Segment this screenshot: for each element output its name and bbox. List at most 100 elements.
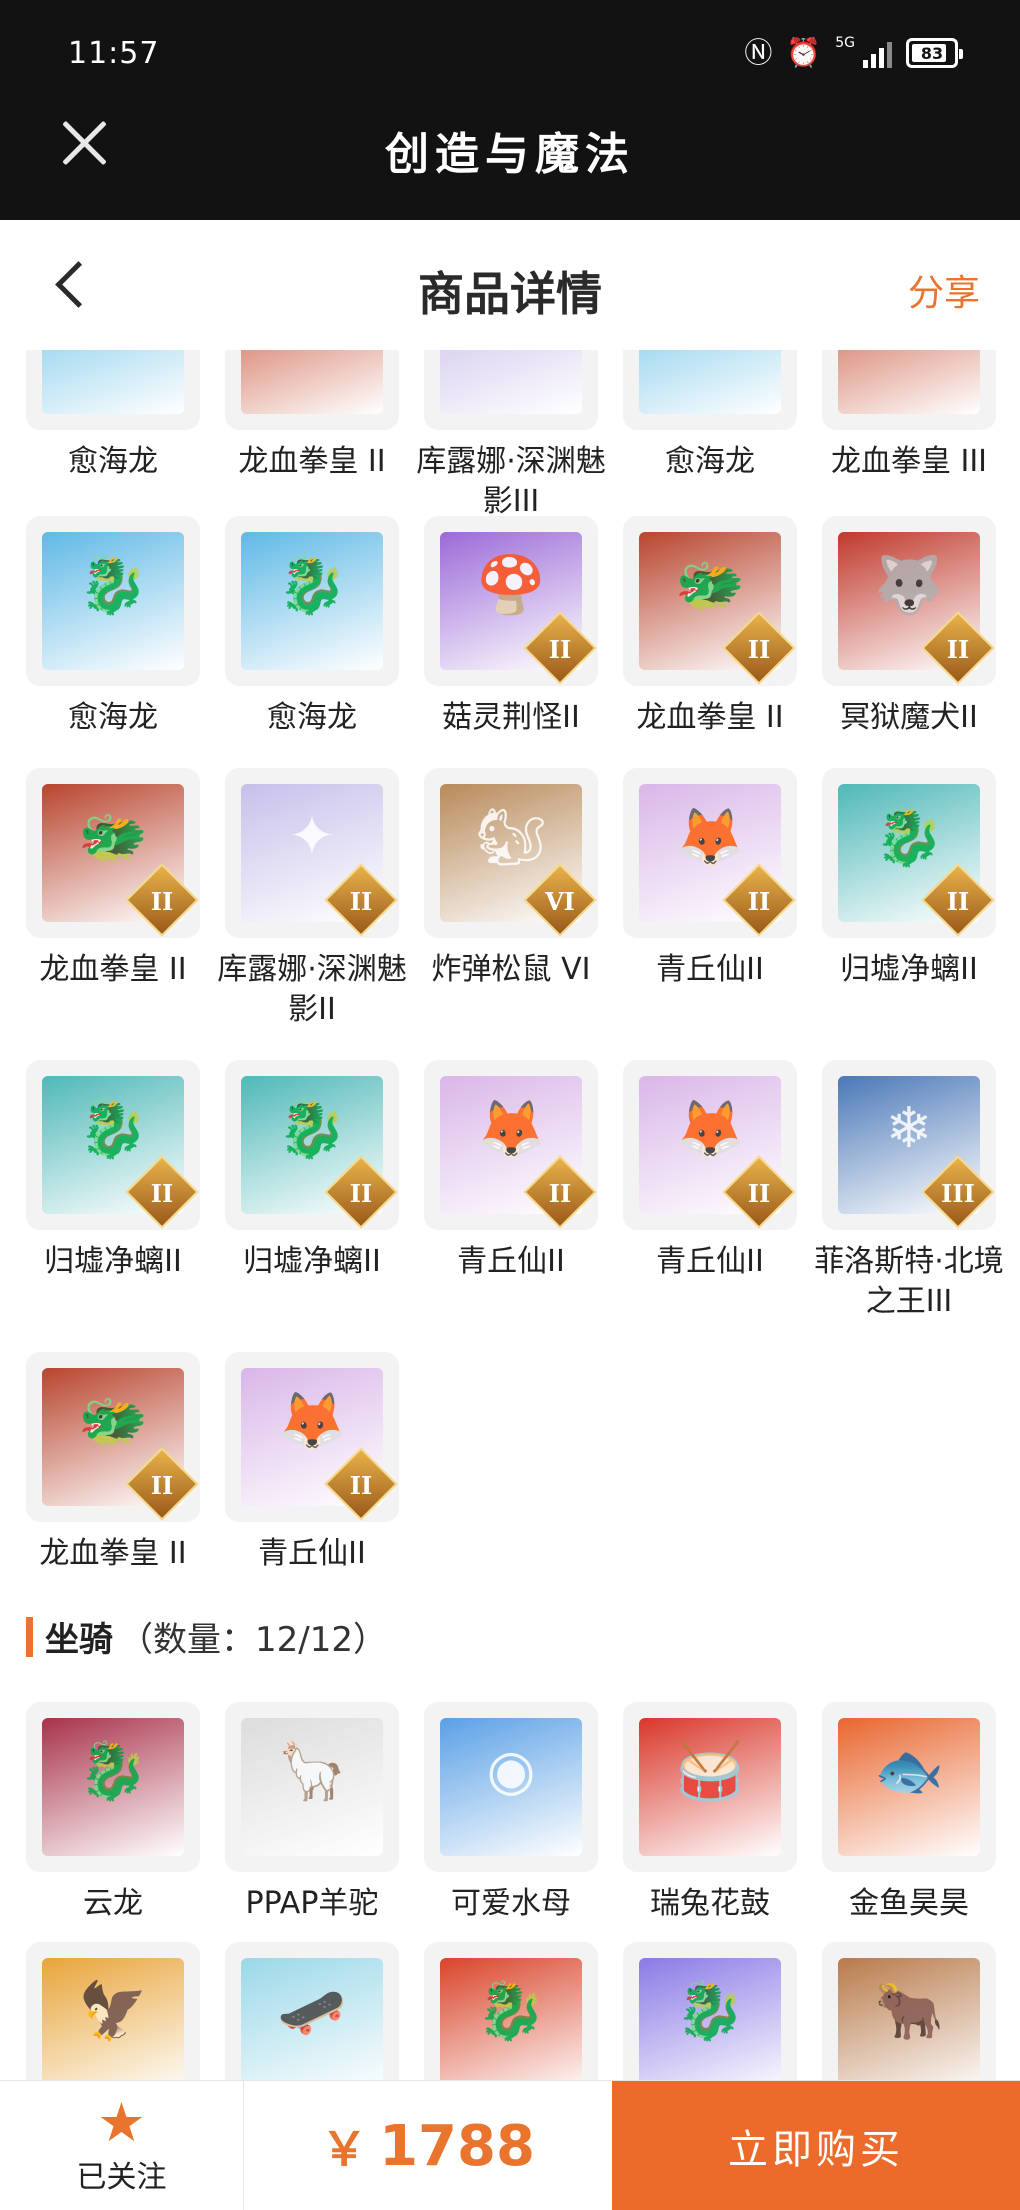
mount-thumbnail: 🐉 (623, 1942, 797, 2080)
pet-item[interactable]: 库露娜·深渊魅影III (416, 350, 606, 522)
pet-thumbnail: ❄ III (822, 1060, 996, 1230)
item-art-glyph: 🦊 (476, 1097, 546, 1162)
rank-badge-label: II (150, 1179, 174, 1208)
pet-item[interactable]: 🦊 II 青丘仙II (225, 1352, 399, 1574)
follow-button[interactable]: ★ 已关注 (0, 2081, 244, 2210)
pet-thumbnail: 🐉 II (822, 768, 996, 938)
app-title: 创造与魔法 (385, 129, 635, 180)
mount-item[interactable]: 🦙 PPAP羊驼 (225, 1702, 399, 1924)
item-art-glyph: 🐉 (277, 553, 347, 618)
item-art-glyph: 🦙 (277, 1739, 347, 1804)
pet-image (241, 350, 383, 414)
pet-item[interactable]: 龙血拳皇 III (822, 350, 996, 522)
item-art-glyph: 🐉 (78, 553, 148, 618)
mount-image: 🥁 (639, 1718, 781, 1856)
status-icons: Ⓝ ⏰ 5G 83 (744, 35, 963, 70)
item-name: 可爱水母 (451, 1886, 571, 1921)
pet-item[interactable]: 🦊 II 青丘仙II (424, 1060, 598, 1322)
pet-item[interactable]: 🐉 II 归墟净螭II (26, 1060, 200, 1322)
pet-item[interactable]: 🦊 II 青丘仙II (623, 768, 797, 1030)
share-button[interactable]: 分享 (908, 264, 980, 316)
pet-image (639, 350, 781, 414)
mount-thumbnail: 🐂 (822, 1942, 996, 2080)
item-art-glyph: 🐉 (78, 1739, 148, 1804)
item-art-glyph: 🐂 (874, 1979, 944, 2044)
pet-item[interactable]: 🐲 II 龙血拳皇 II (623, 516, 797, 738)
section-count: （数量：12/12） (119, 1620, 387, 1660)
item-art-glyph: 🐲 (675, 553, 745, 618)
nfc-icon: Ⓝ (744, 36, 773, 69)
pet-item[interactable]: 🐉 愈海龙 (26, 516, 200, 738)
item-art-glyph: 🦊 (675, 1097, 745, 1162)
rank-badge-label: II (946, 635, 970, 664)
pet-grid: 🐉 愈海龙 🐉 愈海龙 🍄 II 菇灵荆怪II 🐲 II 龙血拳皇 II 🐺 II 冥狱魔犬II 🐲 II 龙… (26, 516, 1006, 1574)
pet-image: 🐉 (241, 532, 383, 670)
pet-item[interactable]: ✦ II 库露娜·深渊魅影II (217, 768, 407, 1030)
price: ￥ 1788 (244, 2081, 612, 2210)
item-name: 归墟净螭II (44, 1244, 182, 1279)
pet-thumbnail (225, 350, 399, 430)
title-bar: 11:57 Ⓝ ⏰ 5G 83 创造与魔法 (0, 0, 1020, 220)
mount-item[interactable]: 🐉 (623, 1942, 797, 2080)
item-name: 龙血拳皇 II (238, 444, 386, 479)
pet-grid-partial: 愈海龙 龙血拳皇 II 库露娜·深渊魅影III 愈海龙 龙血拳皇 III (26, 350, 1006, 522)
mount-image: 🐉 (42, 1718, 184, 1856)
item-name: 青丘仙II (457, 1244, 565, 1279)
item-art-glyph: 🐟 (874, 1739, 944, 1804)
price-amount: 1788 (379, 2113, 535, 2179)
pet-item[interactable]: 🦊 II 青丘仙II (623, 1060, 797, 1322)
item-art-glyph: 🦊 (277, 1389, 347, 1454)
item-name: 归墟净螭II (840, 952, 978, 987)
mount-item[interactable]: ◉ 可爱水母 (424, 1702, 598, 1924)
status-time: 11:57 (68, 36, 160, 71)
network-label: 5G (835, 35, 855, 51)
mount-item[interactable]: 🐉 云龙 (26, 1702, 200, 1924)
pet-thumbnail: 🦊 II (623, 768, 797, 938)
pet-item[interactable]: ❄ III 菲洛斯特·北境之王III (814, 1060, 1004, 1322)
mount-item[interactable]: 🛹 (225, 1942, 399, 2080)
pet-thumbnail: 🐿 VI (424, 768, 598, 938)
item-name: 愈海龙 (68, 444, 158, 479)
pet-item[interactable]: 🐿 VI 炸弹松鼠 VI (424, 768, 598, 1030)
item-name: 菲洛斯特·北境之王III (814, 1244, 1004, 1319)
mount-image: 🦙 (241, 1718, 383, 1856)
pet-thumbnail: 🐉 II (225, 1060, 399, 1230)
buy-now-button[interactable]: 立即购买 (612, 2081, 1020, 2210)
mount-item[interactable]: 🥁 瑞兔花鼓 (623, 1702, 797, 1924)
pet-item[interactable]: 🐲 II 龙血拳皇 II (26, 1352, 200, 1574)
pet-image: 🐉 (42, 532, 184, 670)
mount-item[interactable]: 🦅 (26, 1942, 200, 2080)
item-art-glyph: ✦ (288, 804, 336, 869)
mount-image: ◉ (440, 1718, 582, 1856)
rank-badge-label: II (946, 887, 970, 916)
item-name: 云龙 (83, 1886, 143, 1921)
mount-thumbnail: 🥁 (623, 1702, 797, 1872)
pet-item[interactable]: 愈海龙 (26, 350, 200, 522)
mount-item[interactable]: 🐉 (424, 1942, 598, 2080)
pet-thumbnail (822, 350, 996, 430)
item-name: 龙血拳皇 II (39, 1536, 187, 1571)
pet-thumbnail (424, 350, 598, 430)
pet-item[interactable]: 🍄 II 菇灵荆怪II (424, 516, 598, 738)
pet-item[interactable]: 🐲 II 龙血拳皇 II (26, 768, 200, 1030)
item-name: 青丘仙II (258, 1536, 366, 1571)
mount-thumbnail: ◉ (424, 1702, 598, 1872)
mount-image: 🦅 (42, 1958, 184, 2080)
item-art-glyph: 🛹 (277, 1979, 347, 2044)
mount-image: 🐂 (838, 1958, 980, 2080)
pet-item[interactable]: 🐉 II 归墟净螭II (225, 1060, 399, 1322)
pet-item[interactable]: 🐉 愈海龙 (225, 516, 399, 738)
pet-thumbnail: 🐉 (225, 516, 399, 686)
pet-item[interactable]: 🐺 II 冥狱魔犬II (822, 516, 996, 738)
item-art-glyph: 🐉 (476, 1979, 546, 2044)
product-detail-content[interactable]: 愈海龙 龙血拳皇 II 库露娜·深渊魅影III 愈海龙 龙血拳皇 III 🐉 愈海龙 🐉 愈海… (0, 350, 1020, 2080)
mount-item[interactable]: 🐟 金鱼昊昊 (822, 1702, 996, 1924)
pet-item[interactable]: 🐉 II 归墟净螭II (822, 768, 996, 1030)
mount-item[interactable]: 🐂 (822, 1942, 996, 2080)
rank-badge-label: II (150, 887, 174, 916)
item-art-glyph: 🦅 (78, 1979, 148, 2044)
rank-badge-label: II (747, 1179, 771, 1208)
pet-item[interactable]: 愈海龙 (623, 350, 797, 522)
item-name: 龙血拳皇 II (636, 700, 784, 735)
pet-item[interactable]: 龙血拳皇 II (225, 350, 399, 522)
